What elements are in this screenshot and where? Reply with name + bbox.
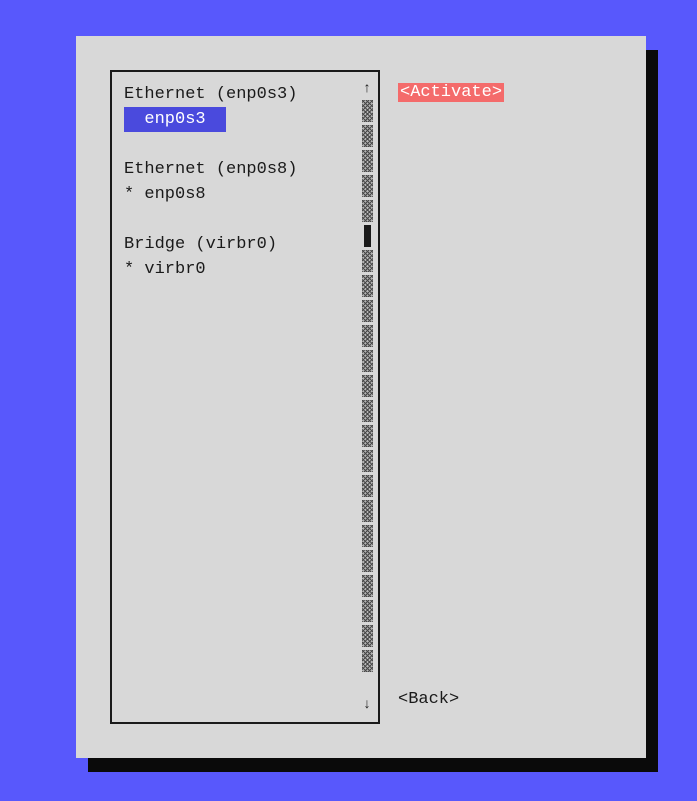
scroll-track-block [362, 250, 373, 272]
scroll-track-block [362, 350, 373, 372]
scroll-track-block [362, 300, 373, 322]
dialog-content: Ethernet (enp0s3) enp0s3 Ethernet (enp0s… [110, 70, 628, 724]
scroll-track-block [362, 550, 373, 572]
group-header: Ethernet (enp0s3) [124, 82, 360, 107]
scroll-thumb[interactable] [364, 225, 371, 247]
scroll-track-block [362, 425, 373, 447]
connection-list-panel: Ethernet (enp0s3) enp0s3 Ethernet (enp0s… [110, 70, 380, 724]
group-header: Ethernet (enp0s8) [124, 157, 360, 182]
scroll-track-block [362, 325, 373, 347]
scroll-track-block [362, 100, 373, 122]
scroll-track-block [362, 525, 373, 547]
scroll-track-block [362, 125, 373, 147]
connection-item-enp0s8[interactable]: * enp0s8 [124, 182, 360, 207]
scroll-up-icon[interactable]: ↑ [363, 82, 371, 96]
spacer [124, 207, 360, 232]
scroll-track-block [362, 450, 373, 472]
scroll-track-block [362, 150, 373, 172]
scroll-down-icon[interactable]: ↓ [363, 698, 371, 712]
scroll-track[interactable] [362, 100, 373, 694]
scroll-track-block [362, 375, 373, 397]
connection-list[interactable]: Ethernet (enp0s3) enp0s3 Ethernet (enp0s… [124, 82, 360, 712]
scroll-track-block [362, 275, 373, 297]
connection-item-virbr0[interactable]: * virbr0 [124, 257, 360, 282]
scroll-track-block [362, 200, 373, 222]
scroll-track-block [362, 475, 373, 497]
nmtui-dialog: Ethernet (enp0s3) enp0s3 Ethernet (enp0s… [76, 36, 646, 758]
scroll-track-block [362, 500, 373, 522]
scrollbar[interactable]: ↑ [360, 82, 374, 712]
scroll-track-block [362, 400, 373, 422]
group-header: Bridge (virbr0) [124, 232, 360, 257]
scroll-track-block [362, 600, 373, 622]
back-button[interactable]: <Back> [398, 690, 459, 709]
scroll-track-block [362, 175, 373, 197]
activate-button[interactable]: <Activate> [398, 83, 504, 102]
action-panel: <Activate> <Back> [398, 70, 504, 724]
scroll-track-block [362, 575, 373, 597]
connection-item-enp0s3[interactable]: enp0s3 [124, 107, 226, 132]
scroll-track-block [362, 625, 373, 647]
scroll-track-block [362, 650, 373, 672]
spacer [124, 132, 360, 157]
